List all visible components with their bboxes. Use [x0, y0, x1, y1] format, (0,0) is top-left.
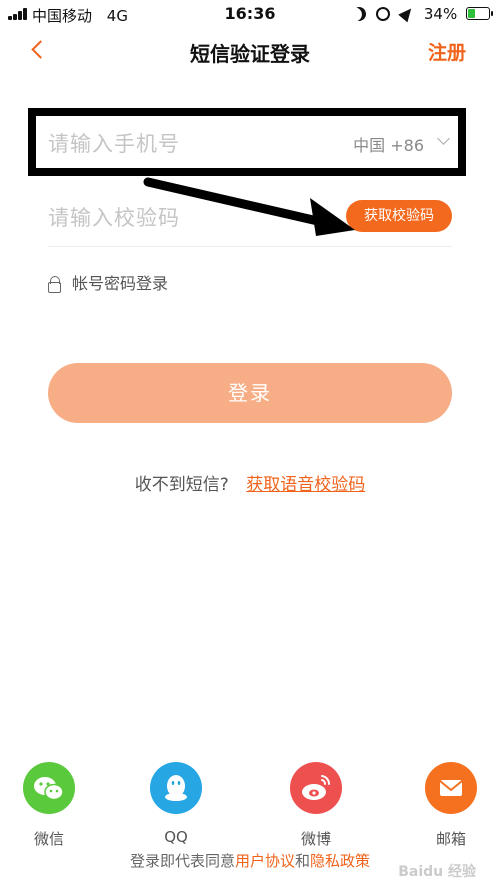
voice-code-link[interactable]: 获取语音校验码 — [246, 475, 365, 495]
password-login-link[interactable]: 帐号密码登录 — [48, 270, 169, 293]
rotation-lock-icon — [376, 6, 391, 21]
register-button[interactable]: 注册 — [428, 38, 466, 65]
agreement-prefix: 登录即代表同意 — [129, 852, 235, 870]
battery-percent: 34% — [423, 4, 458, 23]
agreement-and: 和 — [295, 852, 311, 870]
annotation-highlight-box — [28, 108, 466, 176]
user-agreement-link[interactable]: 用户协议 — [235, 852, 295, 870]
verification-code-input[interactable]: 请输入校验码 — [48, 202, 180, 232]
weibo-icon[interactable] — [290, 762, 342, 814]
no-sms-row: 收不到短信? 获取语音校验码 — [0, 470, 500, 495]
password-login-label: 帐号密码登录 — [72, 274, 169, 293]
social-wechat[interactable]: 微信 — [19, 762, 79, 849]
no-sms-text: 收不到短信? — [134, 475, 229, 495]
mail-icon[interactable] — [425, 762, 477, 814]
qq-icon[interactable] — [150, 762, 202, 814]
status-icons: 34% — [350, 4, 493, 24]
social-label: QQ — [164, 828, 188, 846]
get-code-button[interactable]: 获取校验码 — [346, 200, 452, 232]
social-label: 邮箱 — [435, 830, 466, 848]
social-label: 微博 — [300, 830, 331, 848]
social-weibo[interactable]: 微博 — [286, 762, 346, 849]
status-bar: 中国移动 4G 16:36 34% — [0, 0, 500, 28]
social-label: 微信 — [33, 830, 64, 848]
page-title: 短信验证登录 — [190, 42, 310, 66]
login-button[interactable]: 登录 — [48, 363, 452, 423]
privacy-policy-link[interactable]: 隐私政策 — [310, 852, 370, 870]
wechat-icon[interactable] — [23, 762, 75, 814]
moon-icon — [350, 5, 368, 23]
social-qq[interactable]: QQ — [146, 762, 206, 846]
social-mail[interactable]: 邮箱 — [421, 762, 481, 849]
lock-icon — [48, 276, 62, 293]
battery-icon — [466, 7, 493, 20]
code-field-row: 请输入校验码 获取校验码 — [48, 190, 452, 247]
watermark: Baidu 经验 — [398, 864, 476, 880]
location-icon — [398, 4, 416, 23]
